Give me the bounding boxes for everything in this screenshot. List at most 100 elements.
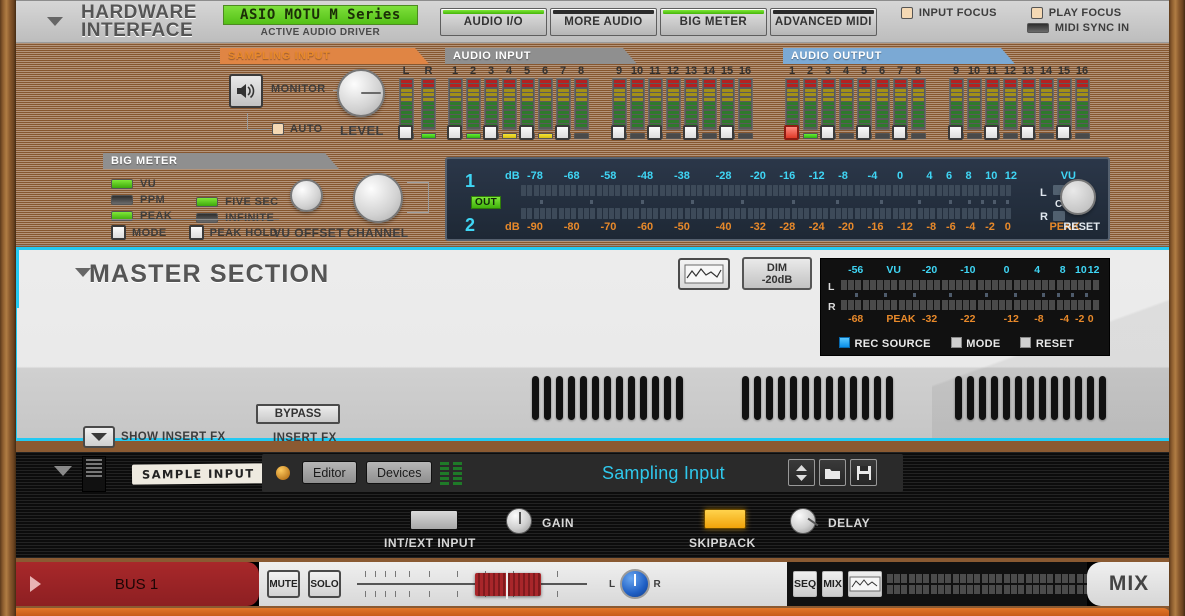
mix-small-button[interactable]: MIX xyxy=(822,571,843,597)
checkbox-play-focus[interactable]: PLAY FOCUS xyxy=(1030,6,1122,19)
tab-more-audio[interactable]: MORE AUDIO xyxy=(549,7,657,36)
option-infinite[interactable]: INFINITE xyxy=(196,212,278,224)
option-vu[interactable]: VU xyxy=(111,178,172,190)
option-ppm[interactable]: PPM xyxy=(111,194,172,206)
channel-checkbox[interactable] xyxy=(1056,125,1071,140)
meter-label: 16 xyxy=(738,65,752,77)
monitor-level-knob[interactable] xyxy=(337,69,385,117)
channel-checkbox[interactable] xyxy=(892,125,907,140)
sampler-level-block[interactable] xyxy=(82,456,106,492)
checkbox-midi-sync-in[interactable]: MIDI SYNC IN xyxy=(1026,22,1130,34)
master-ladder-bottom xyxy=(841,300,1099,310)
checkbox-peak-hold[interactable]: PEAK HOLD xyxy=(188,225,278,240)
status-dot-icon xyxy=(276,466,290,480)
bus-name-button[interactable]: BUS 1 xyxy=(14,562,259,606)
seq-button[interactable]: SEQ xyxy=(793,571,818,597)
meter-bar xyxy=(420,78,436,131)
checkbox-auto[interactable]: AUTO xyxy=(272,123,323,135)
bm-left-label: L xyxy=(1040,187,1047,199)
vu-offset-knob[interactable] xyxy=(290,179,323,212)
channel-checkbox[interactable] xyxy=(683,125,698,140)
channel-checkbox[interactable] xyxy=(483,125,498,140)
checkbox-master-reset[interactable]: RESET xyxy=(1020,334,1074,352)
activity-grid-icon xyxy=(440,462,462,485)
solo-button[interactable]: SOLO xyxy=(308,570,341,598)
bypass-button[interactable]: BYPASS xyxy=(256,404,340,424)
tab-led xyxy=(552,9,654,14)
mute-button[interactable]: MUTE xyxy=(267,570,300,598)
bm-row1-number: 1 xyxy=(465,171,476,191)
gain-knob[interactable] xyxy=(506,508,532,534)
input-focus-led-icon xyxy=(900,6,913,19)
bm-ladder-top xyxy=(521,185,1011,196)
monitor-speaker-button[interactable] xyxy=(229,74,263,108)
channel-knob[interactable] xyxy=(353,173,403,223)
editor-button[interactable]: Editor xyxy=(302,461,357,484)
scale-tick: -4 xyxy=(1059,313,1070,325)
checkbox-rec-source[interactable]: REC SOURCE xyxy=(839,334,931,352)
channel-checkbox[interactable] xyxy=(984,125,999,140)
channel-checkbox[interactable] xyxy=(1020,125,1035,140)
active-driver-value[interactable]: ASIO MOTU M Series xyxy=(222,5,418,25)
waveform-button[interactable] xyxy=(678,258,730,290)
channel-checkbox[interactable] xyxy=(611,125,626,140)
pan-right-label: R xyxy=(653,578,662,590)
checkbox-input-focus[interactable]: INPUT FOCUS xyxy=(900,6,997,19)
meter-bar xyxy=(892,78,908,131)
delay-knob[interactable] xyxy=(790,508,819,534)
skipback-button[interactable] xyxy=(704,509,746,529)
big-meter-divider xyxy=(111,219,279,220)
channel-checkbox[interactable] xyxy=(820,125,835,140)
channel-checkbox[interactable] xyxy=(856,125,871,140)
tab-big-meter[interactable]: BIG METER xyxy=(659,7,767,36)
sampler-collapse-triangle-icon[interactable] xyxy=(54,466,72,476)
hardware-interface-titlebar: HARDWARE INTERFACE ASIO MOTU M Series AC… xyxy=(15,1,1170,43)
devices-button[interactable]: Devices xyxy=(366,461,433,484)
spinner-button[interactable] xyxy=(788,459,815,486)
scale-tick: -68 xyxy=(563,170,580,182)
meter-bar xyxy=(398,78,414,131)
meter-channel: 8 xyxy=(909,65,927,140)
checkbox-master-mode[interactable]: MODE xyxy=(950,334,1001,352)
mode-checkbox-icon xyxy=(111,225,126,240)
option-peak[interactable]: PEAK xyxy=(111,210,172,222)
dim-button[interactable]: DIM -20dB xyxy=(742,257,812,290)
channel-checkbox[interactable] xyxy=(719,125,734,140)
tab-led xyxy=(772,9,874,14)
mode-checkbox-icon xyxy=(950,337,962,348)
volume-fader[interactable] xyxy=(357,570,587,599)
scale-tick: -32 xyxy=(749,221,766,233)
tab-advanced-midi[interactable]: ADVANCED MIDI xyxy=(769,7,877,36)
save-button[interactable] xyxy=(850,459,877,486)
out-badge[interactable]: OUT xyxy=(471,196,502,209)
fader-handle[interactable] xyxy=(475,570,541,599)
folder-button[interactable] xyxy=(819,459,846,486)
channel-checkbox[interactable] xyxy=(398,125,413,140)
channel-checkbox[interactable] xyxy=(948,125,963,140)
int-ext-input-button[interactable] xyxy=(410,510,458,530)
sampler-header: SAMPLE INPUT Editor Devices Sampling Inp… xyxy=(14,452,1171,496)
channel-checkbox[interactable] xyxy=(447,125,462,140)
tab-audio-io[interactable]: AUDIO I/O xyxy=(439,7,547,36)
bus-waveform-button[interactable] xyxy=(847,571,882,597)
channel-checkbox[interactable] xyxy=(519,125,534,140)
channel-checkbox[interactable] xyxy=(647,125,662,140)
mix-big-button[interactable]: MIX xyxy=(1087,562,1171,606)
input-focus-label: INPUT FOCUS xyxy=(918,6,997,19)
pan-knob[interactable] xyxy=(619,569,650,599)
meter-label: L xyxy=(402,65,410,77)
channel-checkbox[interactable] xyxy=(784,125,799,140)
meter-label: 8 xyxy=(914,65,922,77)
channel-label: CHANNEL xyxy=(347,226,409,240)
level-label: LEVEL xyxy=(340,123,384,138)
reset-knob[interactable] xyxy=(1060,179,1096,215)
sample-input-tag[interactable]: SAMPLE INPUT xyxy=(131,463,265,485)
checkbox-mode[interactable]: MODE xyxy=(111,225,167,240)
collapse-triangle-icon[interactable] xyxy=(47,17,63,26)
channel-checkbox[interactable] xyxy=(555,125,570,140)
show-insert-fx-dropdown[interactable] xyxy=(83,426,115,448)
clip-led xyxy=(838,133,854,140)
scale-tick: -58 xyxy=(600,170,617,182)
skipback-label: SKIPBACK xyxy=(689,536,756,550)
option-five-sec[interactable]: FIVE SEC xyxy=(196,196,278,208)
